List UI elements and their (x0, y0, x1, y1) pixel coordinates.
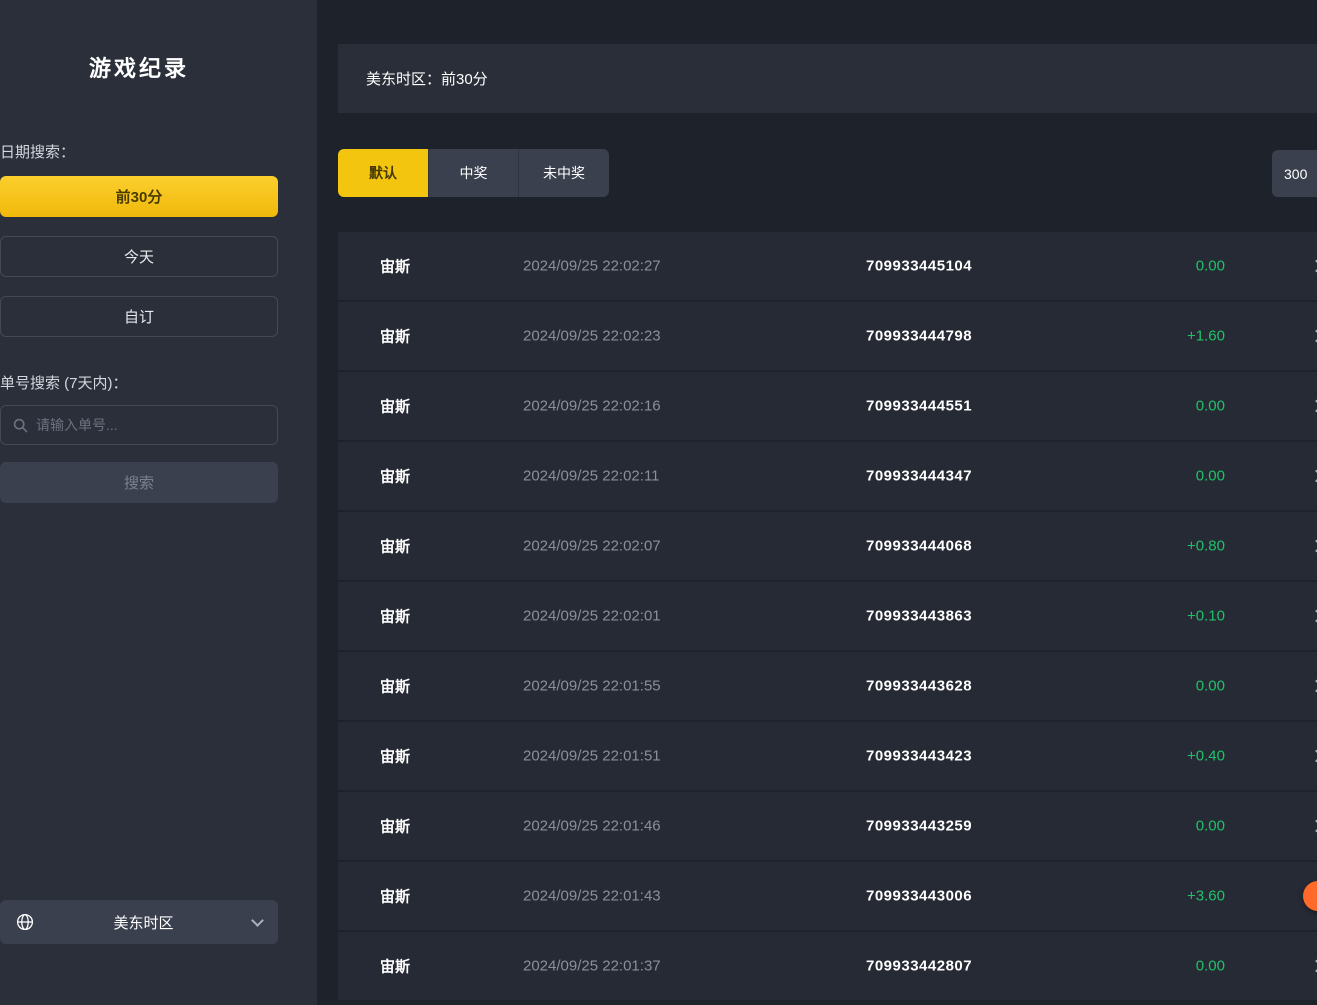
order-number: 709933444068 (866, 538, 972, 555)
tab-not-winning[interactable]: 未中奖 (518, 149, 609, 197)
game-name: 宙斯 (380, 606, 410, 627)
order-number: 709933444551 (866, 398, 972, 415)
game-name: 宙斯 (380, 256, 410, 277)
table-row[interactable]: 宙斯 2024/09/25 22:01:55 709933443628 0.00 (338, 652, 1317, 720)
amount-value: +3.60 (1187, 888, 1225, 905)
chevron-right-icon (1310, 610, 1317, 623)
order-number: 709933443423 (866, 748, 972, 765)
record-timestamp: 2024/09/25 22:01:51 (523, 748, 661, 765)
chevron-down-icon (251, 914, 264, 927)
record-timestamp: 2024/09/25 22:02:27 (523, 258, 661, 275)
table-row[interactable]: 宙斯 2024/09/25 22:02:23 709933444798 +1.6… (338, 302, 1317, 370)
table-row[interactable]: 宙斯 2024/09/25 22:01:51 709933443423 +0.4… (338, 722, 1317, 790)
amount-value: +0.40 (1187, 748, 1225, 765)
order-number: 709933442807 (866, 958, 972, 975)
game-name: 宙斯 (380, 886, 410, 907)
game-name: 宙斯 (380, 816, 410, 837)
order-number: 709933443259 (866, 818, 972, 835)
records-list: 宙斯 2024/09/25 22:02:27 709933445104 0.00… (338, 232, 1317, 1002)
amount-value: 0.00 (1196, 678, 1225, 695)
amount-value: +0.10 (1187, 608, 1225, 625)
chevron-right-icon (1310, 400, 1317, 413)
order-number: 709933444347 (866, 468, 972, 485)
records-header-title: 美东时区：前30分 (366, 68, 488, 89)
tab-winning[interactable]: 中奖 (428, 149, 518, 197)
table-row[interactable]: 宙斯 2024/09/25 22:02:01 709933443863 +0.1… (338, 582, 1317, 650)
chevron-right-icon (1310, 750, 1317, 763)
game-name: 宙斯 (380, 956, 410, 977)
timezone-selector[interactable]: 美东时区 (0, 900, 278, 944)
chevron-right-icon (1310, 960, 1317, 973)
tab-default[interactable]: 默认 (338, 149, 428, 197)
order-number: 709933443863 (866, 608, 972, 625)
filter-last-30-min-button[interactable]: 前30分 (0, 176, 278, 217)
chevron-right-icon (1310, 470, 1317, 483)
record-timestamp: 2024/09/25 22:02:11 (523, 468, 660, 485)
search-button[interactable]: 搜索 (0, 462, 278, 503)
record-timestamp: 2024/09/25 22:02:01 (523, 608, 661, 625)
amount-value: 0.00 (1196, 258, 1225, 275)
order-number: 709933444798 (866, 328, 972, 345)
record-timestamp: 2024/09/25 22:02:07 (523, 538, 661, 555)
amount-value: +0.80 (1187, 538, 1225, 555)
filter-custom-button[interactable]: 自订 (0, 296, 278, 337)
order-number: 709933443628 (866, 678, 972, 695)
search-icon (13, 418, 28, 433)
amount-value: 0.00 (1196, 818, 1225, 835)
game-name: 宙斯 (380, 396, 410, 417)
table-row[interactable]: 宙斯 2024/09/25 22:01:43 709933443006 +3.6… (338, 862, 1317, 930)
amount-value: 0.00 (1196, 958, 1225, 975)
chevron-right-icon (1310, 330, 1317, 343)
globe-icon (16, 913, 34, 931)
amount-value: 0.00 (1196, 398, 1225, 415)
chevron-right-icon (1310, 540, 1317, 553)
chevron-right-icon (1310, 260, 1317, 273)
order-search-box (0, 405, 278, 445)
table-row[interactable]: 宙斯 2024/09/25 22:02:27 709933445104 0.00 (338, 232, 1317, 300)
filter-today-button[interactable]: 今天 (0, 236, 278, 277)
timezone-label: 美东时区 (34, 912, 253, 933)
game-name: 宙斯 (380, 466, 410, 487)
sidebar: 游戏纪录 日期搜索： 前30分 今天 自订 单号搜索 (7天内)： 搜索 美东时… (0, 0, 317, 1005)
table-row[interactable]: 宙斯 2024/09/25 22:01:46 709933443259 0.00 (338, 792, 1317, 860)
record-timestamp: 2024/09/25 22:01:55 (523, 678, 661, 695)
table-row[interactable]: 宙斯 2024/09/25 22:02:07 709933444068 +0.8… (338, 512, 1317, 580)
table-row[interactable]: 宙斯 2024/09/25 22:01:37 709933442807 0.00 (338, 932, 1317, 1000)
game-name: 宙斯 (380, 326, 410, 347)
table-row[interactable]: 宙斯 2024/09/25 22:02:11 709933444347 0.00 (338, 442, 1317, 510)
date-search-label: 日期搜索： (0, 141, 75, 162)
records-header: 美东时区：前30分 (338, 44, 1317, 113)
result-filter-tabs: 默认 中奖 未中奖 (338, 149, 609, 197)
order-number: 709933443006 (866, 888, 972, 905)
amount-value: 0.00 (1196, 468, 1225, 485)
chevron-right-icon (1310, 820, 1317, 833)
table-row[interactable]: 宙斯 2024/09/25 22:02:16 709933444551 0.00 (338, 372, 1317, 440)
record-timestamp: 2024/09/25 22:01:46 (523, 818, 661, 835)
chevron-right-icon (1310, 680, 1317, 693)
page-size-selector[interactable]: 300 (1272, 150, 1317, 197)
game-name: 宙斯 (380, 536, 410, 557)
game-name: 宙斯 (380, 746, 410, 767)
amount-value: +1.60 (1187, 328, 1225, 345)
record-timestamp: 2024/09/25 22:01:43 (523, 888, 661, 905)
order-search-label: 单号搜索 (7天内)： (0, 372, 128, 393)
game-name: 宙斯 (380, 676, 410, 697)
record-timestamp: 2024/09/25 22:02:23 (523, 328, 661, 345)
page-title: 游戏纪录 (0, 51, 278, 83)
order-search-input[interactable] (36, 417, 265, 433)
record-timestamp: 2024/09/25 22:02:16 (523, 398, 661, 415)
order-number: 709933445104 (866, 258, 972, 275)
record-timestamp: 2024/09/25 22:01:37 (523, 958, 661, 975)
